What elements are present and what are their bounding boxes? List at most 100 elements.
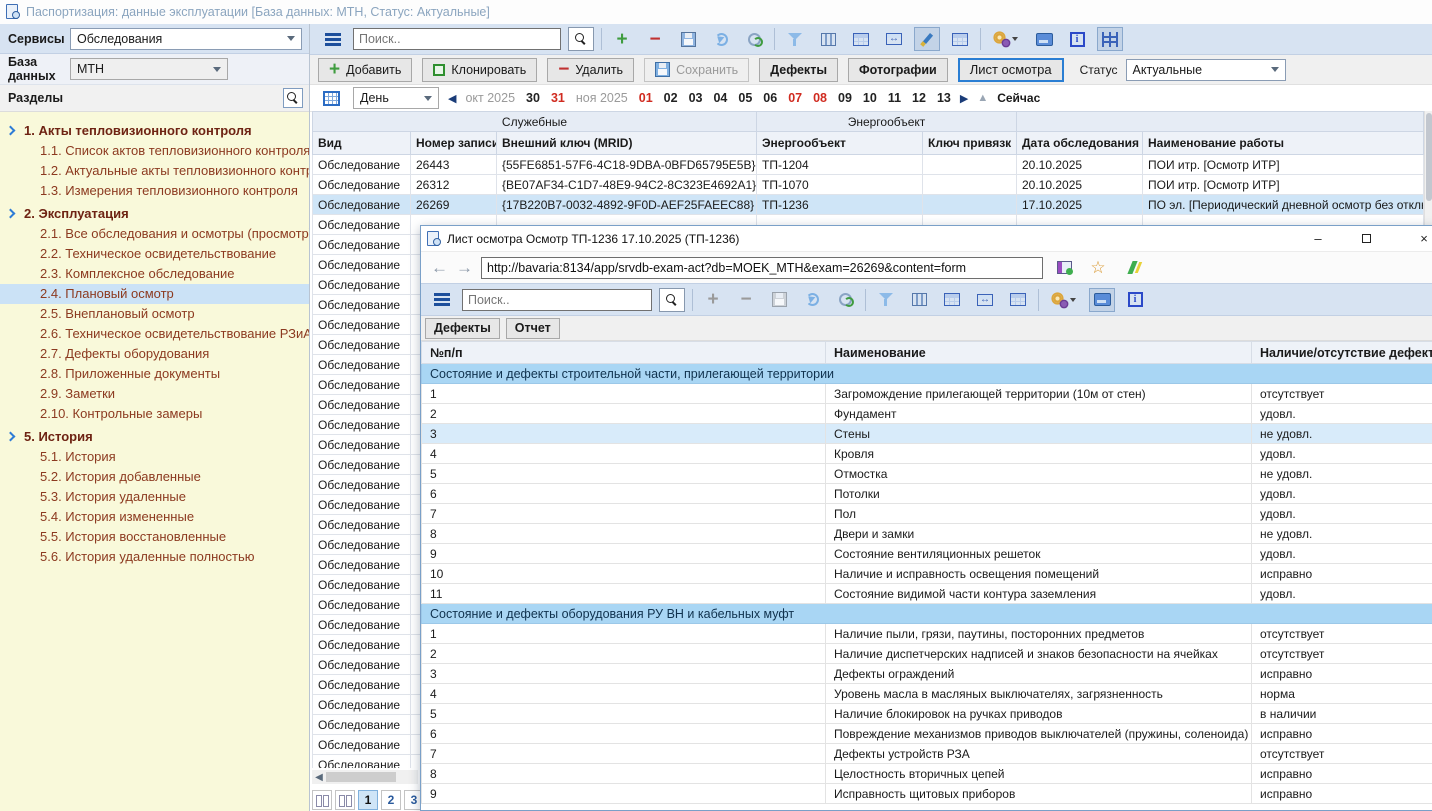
prev-dates-button[interactable]: ◀ bbox=[448, 92, 456, 105]
add-button[interactable]: + bbox=[700, 288, 726, 312]
inspection-row[interactable]: 4Кровляудовл. bbox=[422, 444, 1432, 464]
favorite-button[interactable]: ☆ bbox=[1085, 256, 1111, 280]
sidebar-item[interactable]: 5.2. История добавленные bbox=[0, 467, 309, 487]
clone-button[interactable]: Клонировать bbox=[422, 58, 537, 82]
delete-record-button[interactable]: −Удалить bbox=[547, 58, 634, 82]
inspection-row[interactable]: 1Наличие пыли, грязи, паутины, посторонн… bbox=[422, 624, 1432, 644]
date-day-button[interactable]: 01 bbox=[639, 91, 653, 105]
search-input[interactable] bbox=[353, 28, 561, 50]
date-day-button[interactable]: 07 bbox=[788, 91, 802, 105]
date-day-button[interactable]: 09 bbox=[838, 91, 852, 105]
sidebar-item[interactable]: 2.2. Техническое освидетельствование bbox=[0, 244, 309, 264]
inspection-row[interactable]: 1Загромождение прилегающей территории (1… bbox=[422, 384, 1432, 404]
page-button[interactable]: 1 bbox=[358, 790, 378, 810]
inspection-row[interactable]: 7Дефекты устройств РЗАотсутствует bbox=[422, 744, 1432, 764]
add-record-button[interactable]: +Добавить bbox=[318, 58, 412, 82]
date-day-button[interactable]: 03 bbox=[689, 91, 703, 105]
export-button[interactable] bbox=[1051, 256, 1077, 280]
inspection-row[interactable]: 8Целостность вторичных цепейисправно bbox=[422, 764, 1432, 784]
grid-column-header[interactable]: Внешний ключ (MRID) bbox=[497, 132, 757, 155]
sidebar-item[interactable]: 2.9. Заметки bbox=[0, 384, 309, 404]
inspection-row[interactable]: 7Полудовл. bbox=[422, 504, 1432, 524]
inspection-row[interactable]: 4Уровень масла в масляных выключателях, … bbox=[422, 684, 1432, 704]
forward-button[interactable]: → bbox=[456, 259, 473, 276]
columns-button[interactable] bbox=[906, 288, 932, 312]
child-search-input[interactable] bbox=[462, 289, 652, 311]
sidebar-item[interactable]: 2.10. Контрольные замеры bbox=[0, 404, 309, 424]
grid-column-header[interactable]: Вид bbox=[313, 132, 411, 155]
date-day-button[interactable]: 04 bbox=[713, 91, 727, 105]
column-width-button[interactable] bbox=[972, 288, 998, 312]
table-row[interactable]: Обследование26269{17B220B7-0032-4892-9F0… bbox=[313, 195, 1424, 215]
search-button[interactable] bbox=[659, 288, 685, 312]
sidebar-item[interactable]: 2. Эксплуатация bbox=[0, 204, 309, 224]
grid-column-header[interactable]: Ключ привязк bbox=[923, 132, 1017, 155]
inspection-row[interactable]: 2Фундаментудовл. bbox=[422, 404, 1432, 424]
date-day-button[interactable]: 05 bbox=[738, 91, 752, 105]
inspection-row[interactable]: 2Наличие диспетчерских надписей и знаков… bbox=[422, 644, 1432, 664]
sidebar-item[interactable]: 2.6. Техническое освидетельствование РЗи… bbox=[0, 324, 309, 344]
sidebar-item[interactable]: 2.1. Все обследования и осмотры (просмот… bbox=[0, 224, 309, 244]
info-button[interactable]: i bbox=[1064, 27, 1090, 51]
table-row[interactable]: Обследование26443{55FE6851-57F6-4C18-9DB… bbox=[313, 155, 1424, 175]
collapse-dates-button[interactable]: ▲ bbox=[977, 92, 988, 104]
inspection-row[interactable]: 9Состояние вентиляционных решетокудовл. bbox=[422, 544, 1432, 564]
first-page-button[interactable] bbox=[312, 790, 332, 810]
inspection-row[interactable]: 6Повреждение механизмов приводов выключа… bbox=[422, 724, 1432, 744]
auto-refresh-button[interactable] bbox=[832, 288, 858, 312]
grid-button[interactable] bbox=[947, 27, 973, 51]
menu-button[interactable] bbox=[320, 27, 346, 51]
add-button[interactable]: + bbox=[609, 27, 635, 51]
delete-button[interactable]: − bbox=[642, 27, 668, 51]
tools-dropdown-button[interactable] bbox=[988, 27, 1024, 51]
next-dates-button[interactable]: ▶ bbox=[960, 92, 968, 105]
sidebar-item[interactable]: 5. История bbox=[0, 427, 309, 447]
calendar-button[interactable] bbox=[318, 86, 344, 110]
grid-column-header[interactable]: Наименование работы bbox=[1143, 132, 1424, 155]
inspection-row[interactable]: 6Потолкиудовл. bbox=[422, 484, 1432, 504]
minimize-button[interactable]: – bbox=[1301, 226, 1335, 250]
inspection-row[interactable]: 3Стеныне удовл. bbox=[422, 424, 1432, 444]
grid-button[interactable] bbox=[1005, 288, 1031, 312]
sidebar-item[interactable]: 5.5. История восстановленные bbox=[0, 527, 309, 547]
panel-button[interactable] bbox=[1089, 288, 1115, 312]
inspection-row[interactable]: 9Исправность щитовых приборовисправно bbox=[422, 784, 1432, 804]
sidebar-item[interactable]: 1.3. Измерения тепловизионного контроля bbox=[0, 181, 309, 201]
table-view-button[interactable] bbox=[939, 288, 965, 312]
edit-mode-button[interactable] bbox=[914, 27, 940, 51]
column-width-button[interactable] bbox=[881, 27, 907, 51]
inspection-row[interactable]: 5Наличие блокировок на ручках приводовв … bbox=[422, 704, 1432, 724]
child-titlebar[interactable]: Лист осмотра Осмотр ТП-1236 17.10.2025 (… bbox=[421, 226, 1432, 252]
scrollbar-thumb[interactable] bbox=[326, 772, 396, 782]
database-select[interactable]: МТН bbox=[70, 58, 228, 80]
child-report-button[interactable]: Отчет bbox=[506, 318, 560, 339]
child-defects-button[interactable]: Дефекты bbox=[425, 318, 500, 339]
sidebar-item[interactable]: 2.5. Внеплановый осмотр bbox=[0, 304, 309, 324]
page-button[interactable]: 2 bbox=[381, 790, 401, 810]
filter-button[interactable] bbox=[873, 288, 899, 312]
date-day-button[interactable]: 08 bbox=[813, 91, 827, 105]
refresh-button[interactable] bbox=[799, 288, 825, 312]
services-select[interactable]: Обследования bbox=[70, 28, 302, 50]
search-button[interactable] bbox=[568, 27, 594, 51]
close-button[interactable]: × bbox=[1407, 226, 1432, 250]
refresh-button[interactable] bbox=[708, 27, 734, 51]
period-select[interactable]: День bbox=[353, 87, 439, 109]
status-select[interactable]: Актуальные bbox=[1126, 59, 1286, 81]
columns-button[interactable] bbox=[815, 27, 841, 51]
date-day-button[interactable]: 06 bbox=[763, 91, 777, 105]
save-record-button[interactable]: Сохранить bbox=[644, 58, 749, 82]
inspection-column-header[interactable]: Наличие/отсутствие дефекта bbox=[1252, 342, 1432, 364]
table-row[interactable]: Обследование26312{BE07AF34-C1D7-48E9-94C… bbox=[313, 175, 1424, 195]
sidebar-item[interactable]: 1.2. Актуальные акты тепловизионного кон… bbox=[0, 161, 309, 181]
sidebar-item[interactable]: 5.3. История удаленные bbox=[0, 487, 309, 507]
date-day-button[interactable]: 12 bbox=[912, 91, 926, 105]
grid-column-header[interactable]: Энергообъект bbox=[757, 132, 923, 155]
date-day-button[interactable]: 10 bbox=[863, 91, 877, 105]
save-button[interactable] bbox=[675, 27, 701, 51]
settings-button[interactable] bbox=[1097, 27, 1123, 51]
horizontal-scrollbar[interactable]: ◀ bbox=[312, 770, 418, 784]
sidebar-item[interactable]: 2.4. Плановый осмотр bbox=[0, 284, 309, 304]
sidebar-item[interactable]: 2.8. Приложенные документы bbox=[0, 364, 309, 384]
sidebar-item[interactable]: 5.1. История bbox=[0, 447, 309, 467]
